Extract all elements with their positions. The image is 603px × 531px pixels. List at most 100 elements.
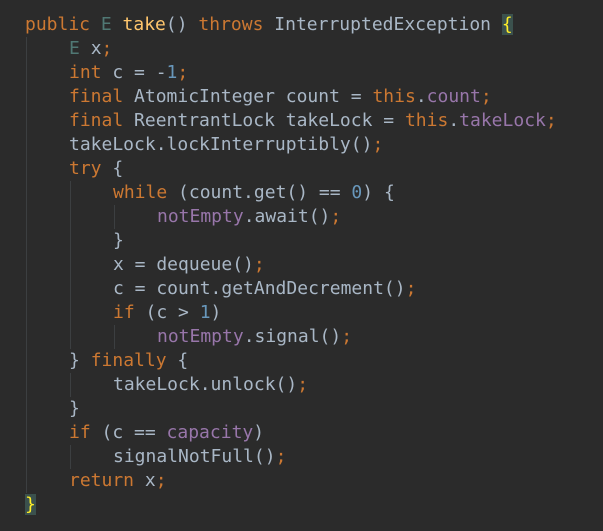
indent-guide [26, 253, 27, 277]
code-token: finally [90, 350, 178, 371]
code-line[interactable]: signalNotFull(); [0, 445, 603, 469]
code-token: .signal() [243, 326, 342, 347]
code-line[interactable]: final AtomicInteger count = this.count; [0, 85, 603, 109]
code-token: throws [198, 14, 275, 35]
indent-guide [26, 277, 27, 301]
code-line[interactable]: final ReentrantLock takeLock = this.take… [0, 109, 603, 133]
code-token: . [415, 86, 427, 107]
matched-brace: } [25, 494, 36, 515]
code-area[interactable]: public E take() throws InterruptedExcept… [0, 13, 603, 517]
code-token: ReentrantLock takeLock = [134, 110, 405, 131]
code-line[interactable]: } [0, 229, 603, 253]
code-line[interactable]: int c = -1; [0, 61, 603, 85]
code-token: ; [275, 446, 287, 467]
code-token: ; [177, 62, 189, 83]
code-line[interactable]: if (c == capacity) [0, 421, 603, 445]
code-line[interactable]: return x; [0, 469, 603, 493]
code-token: takeLock.unlock() [113, 374, 298, 395]
code-token: x = dequeue() [113, 254, 254, 275]
code-token: if [69, 422, 102, 443]
code-line[interactable]: while (count.get() == 0) { [0, 181, 603, 205]
code-token: try [69, 158, 113, 179]
code-editor[interactable]: public E take() throws InterruptedExcept… [0, 0, 603, 531]
code-token: ) { [362, 182, 395, 203]
code-token: ; [372, 134, 384, 155]
code-token: ; [101, 38, 113, 59]
code-line[interactable]: x = dequeue(); [0, 253, 603, 277]
indent-guide [70, 277, 71, 301]
code-token: takeLock [459, 110, 546, 131]
code-token: final [69, 110, 135, 131]
code-line[interactable]: notEmpty.await(); [0, 205, 603, 229]
code-token: ; [405, 278, 417, 299]
indent-guide [26, 229, 27, 253]
code-line[interactable]: } finally { [0, 349, 603, 373]
indent-guide [26, 421, 27, 445]
code-token: ; [253, 254, 265, 275]
code-line[interactable]: takeLock.unlock(); [0, 373, 603, 397]
code-token: { [177, 350, 189, 371]
code-token: (c == [101, 422, 167, 443]
indent-guide [70, 229, 71, 253]
indent-guide [70, 205, 71, 229]
indent-guide [26, 37, 27, 61]
code-token: } [113, 230, 124, 251]
code-token: 1 [199, 302, 211, 323]
code-token: x [90, 38, 102, 59]
code-line[interactable]: notEmpty.signal(); [0, 325, 603, 349]
code-token: { [112, 158, 124, 179]
code-line[interactable]: } [0, 493, 603, 517]
indent-guide [26, 469, 27, 493]
indent-guide [26, 85, 27, 109]
code-token: .await() [243, 206, 331, 227]
code-token: count [426, 86, 481, 107]
code-token: E [100, 14, 123, 35]
code-token: AtomicInteger count = [134, 86, 373, 107]
code-token: . [448, 110, 460, 131]
indent-guide [26, 373, 27, 397]
code-token: signalNotFull() [113, 446, 276, 467]
indent-guide [26, 109, 27, 133]
code-token: (c > [145, 302, 200, 323]
code-token: ; [155, 470, 167, 491]
indent-guide [26, 157, 27, 181]
code-token: c = count.getAndDecrement() [113, 278, 406, 299]
code-token: this [372, 86, 416, 107]
code-token: capacity [166, 422, 254, 443]
code-token: 1 [166, 62, 178, 83]
code-token: ; [330, 206, 342, 227]
code-token: x [144, 470, 156, 491]
code-line[interactable]: try { [0, 157, 603, 181]
code-token: ; [545, 110, 557, 131]
code-token: 0 [351, 182, 363, 203]
code-token: takeLock.lockInterruptibly() [69, 134, 373, 155]
indent-guide [26, 133, 27, 157]
code-token: (count.get() == [178, 182, 352, 203]
code-token: this [404, 110, 449, 131]
code-token: ; [480, 86, 492, 107]
code-token: InterruptedException [274, 14, 502, 35]
indent-guide [26, 397, 27, 421]
code-line[interactable]: if (c > 1) [0, 301, 603, 325]
code-token: ; [297, 374, 309, 395]
indent-guide [26, 205, 27, 229]
code-line[interactable]: } [0, 397, 603, 421]
indent-guide [26, 445, 27, 469]
code-token: final [69, 86, 135, 107]
code-token: return [69, 470, 145, 491]
indent-guide [26, 181, 27, 205]
code-token: int [69, 62, 113, 83]
indent-guide [70, 253, 71, 277]
indent-guide [70, 445, 71, 469]
code-token: E [69, 38, 91, 59]
code-token: c = - [112, 62, 167, 83]
code-line[interactable]: E x; [0, 37, 603, 61]
code-line[interactable]: c = count.getAndDecrement(); [0, 277, 603, 301]
indent-guide [70, 373, 71, 397]
code-line[interactable]: public E take() throws InterruptedExcept… [0, 13, 603, 37]
code-line[interactable]: takeLock.lockInterruptibly(); [0, 133, 603, 157]
code-token: ; [341, 326, 353, 347]
code-token: } [69, 398, 80, 419]
code-token: public [25, 14, 101, 35]
indent-guide [26, 61, 27, 85]
